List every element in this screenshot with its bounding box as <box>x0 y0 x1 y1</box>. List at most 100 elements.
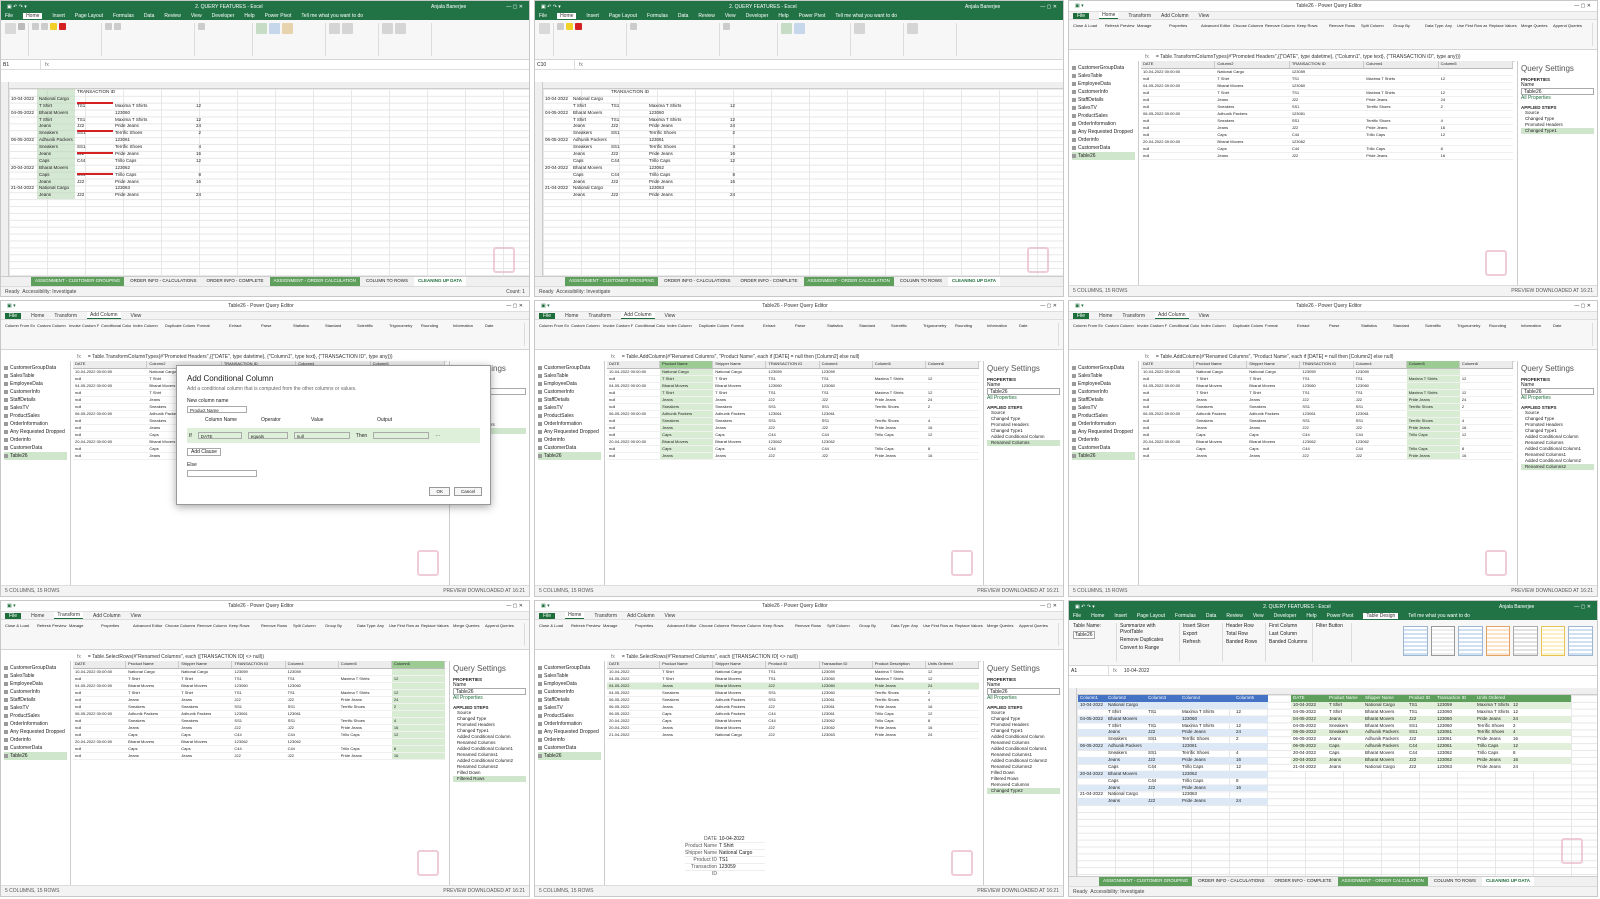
ribbon-button[interactable]: Date <box>485 323 515 328</box>
table-cell[interactable]: Caps <box>1327 743 1363 750</box>
grid-cell[interactable]: Caps <box>179 746 232 752</box>
grid-cell[interactable] <box>1364 69 1438 75</box>
cell[interactable] <box>611 165 649 172</box>
query-item[interactable]: Any Requested Dropped <box>1072 428 1135 436</box>
cell[interactable]: Maxima T Shirts <box>649 117 709 124</box>
cell[interactable]: Pride Jeans <box>649 123 709 130</box>
grid-cell[interactable]: Adhunik Packers <box>713 697 766 703</box>
cell[interactable]: Terrific Shoes <box>649 130 709 137</box>
all-properties-link[interactable]: All Properties <box>1521 95 1594 101</box>
query-name-input[interactable]: Table26 <box>987 388 1060 395</box>
ribbon-button[interactable]: Index Column <box>667 323 697 328</box>
cell[interactable]: T Shirt <box>39 103 77 110</box>
sheet-tab[interactable]: ASSIGNMENT - CUSTOMER GROUPING <box>31 277 125 286</box>
tab-file[interactable]: File <box>5 312 22 319</box>
cell[interactable]: National Cargo <box>573 96 611 103</box>
sheet-tab[interactable]: ASSIGNMENT - ORDER CALCULATION <box>1337 877 1428 886</box>
table-header-cell[interactable]: Product ID <box>1407 695 1435 702</box>
table-row[interactable]: Jeans J22 Pride Jeans 16 <box>1078 757 1268 764</box>
query-item[interactable]: StaffDetails <box>1072 96 1135 104</box>
conditional-formatting-icon[interactable] <box>256 23 267 34</box>
formula-content[interactable]: = Table.TransformColumnTypes(#"Promoted … <box>1153 54 1464 60</box>
column-header[interactable]: Column6 <box>391 661 445 668</box>
grid-cell[interactable]: T Shirt <box>1247 376 1300 382</box>
grid-cell[interactable]: 10-04-2022 <box>607 669 660 675</box>
table-style-swatch[interactable] <box>1458 626 1483 656</box>
grid-cell[interactable]: null <box>73 676 126 682</box>
cell[interactable]: 123060 <box>649 110 709 117</box>
refresh-button[interactable]: Refresh <box>1183 639 1201 645</box>
grid-cell[interactable]: Caps <box>1215 146 1289 152</box>
grid-cell[interactable]: 21-04-2022 <box>607 732 660 738</box>
cell[interactable]: 123062 <box>115 165 175 172</box>
quick-access[interactable]: ▣ ▾ <box>1075 3 1084 9</box>
cell[interactable]: TS1 <box>611 103 649 110</box>
tell-me-box[interactable]: Tell me what you want to do <box>835 13 897 19</box>
table-cell[interactable]: 24 <box>1234 798 1256 805</box>
tab-review[interactable]: Review <box>164 13 180 19</box>
grid-cell[interactable]: J22 <box>232 753 285 759</box>
output-input[interactable] <box>373 432 430 439</box>
quick-access[interactable]: ▣ ▾ <box>7 303 16 309</box>
grid-cell[interactable]: null <box>607 425 660 431</box>
grid-cell[interactable]: J22 <box>766 704 819 710</box>
grid-cell[interactable]: Sneakers <box>1215 104 1289 110</box>
fx-icon[interactable]: fx <box>607 354 619 360</box>
query-item[interactable]: CustomerGroupData <box>4 664 67 672</box>
query-item[interactable]: ProductSales <box>538 712 601 720</box>
grid-cell[interactable]: J22 <box>766 725 819 731</box>
grid-cell[interactable]: J22 <box>766 453 819 459</box>
grid-cell[interactable]: 12 <box>1460 376 1513 382</box>
table-cell[interactable]: 2 <box>1511 723 1531 730</box>
table-cell[interactable]: 04-05-2022 <box>1291 723 1327 730</box>
grid-cell[interactable]: 12 <box>1439 76 1513 82</box>
table-cell[interactable]: 20-04-2022 <box>1291 750 1327 757</box>
query-item[interactable]: OrderInformation <box>1072 420 1135 428</box>
tab-power-pivot[interactable]: Power Pivot <box>799 13 826 19</box>
column-header[interactable]: DATE <box>73 361 148 368</box>
table-header-cell[interactable]: Column3 <box>1146 695 1180 702</box>
grid-row[interactable]: 04-05-2022 00:00:00Bharat Movers123060 <box>1141 83 1513 90</box>
grid-cell[interactable]: Bharat Movers <box>713 718 766 724</box>
query-item[interactable]: StaffDetails <box>538 396 601 404</box>
query-item[interactable]: CustomerGroupData <box>1072 64 1135 72</box>
column-header[interactable]: Column5 <box>1406 361 1460 368</box>
grid-cell[interactable]: Jeans <box>1247 425 1300 431</box>
grid-cell[interactable] <box>873 369 926 375</box>
grid-cell[interactable]: Jeans <box>126 725 179 731</box>
grid-cell[interactable]: C44 <box>232 746 285 752</box>
query-item[interactable]: Table26 <box>1072 452 1135 460</box>
cell[interactable]: 24 <box>709 192 735 199</box>
column-header[interactable]: Product Description <box>873 661 926 668</box>
grid-cell[interactable]: 20-04-2022 00:00:00 <box>73 439 147 445</box>
table-cell[interactable]: Pride Jeans <box>1475 716 1511 723</box>
table-cell[interactable]: Jeans <box>1327 757 1363 764</box>
grid-cell[interactable]: SS1 <box>1290 104 1364 110</box>
window-controls[interactable]: — ▢ ✕ <box>506 303 523 309</box>
cell[interactable]: Maxima T Shirts <box>649 103 709 110</box>
column-header[interactable]: Shipper Name <box>179 661 233 668</box>
grid-cell[interactable]: C44 <box>1300 432 1353 438</box>
grid-cell[interactable]: Jeans <box>1194 425 1247 431</box>
tab-file[interactable]: File <box>1073 12 1090 19</box>
cell[interactable] <box>175 96 201 103</box>
tab-transform[interactable]: Transform <box>594 613 617 619</box>
table-cell[interactable]: Pride Jeans <box>1475 736 1511 743</box>
grid-cell[interactable]: Sneakers <box>126 704 179 710</box>
grid-cell[interactable] <box>1439 111 1513 117</box>
grid-cell[interactable]: TS1 <box>766 390 819 396</box>
table-cell[interactable]: Bharat Movers <box>1363 750 1407 757</box>
ribbon-button[interactable]: Information <box>453 323 483 328</box>
ribbon-button[interactable]: Refresh Preview <box>37 623 67 628</box>
bold-icon[interactable] <box>32 23 39 30</box>
ribbon-button[interactable]: Duplicate Column <box>699 323 729 328</box>
table-cell[interactable]: Pride Jeans <box>1180 785 1234 792</box>
formula-content[interactable]: = Table.AddColumn(#"Renamed Columns", "P… <box>1153 354 1397 360</box>
sheet-row[interactable]: Jeans J22 Pride Jeans 24 <box>545 192 745 199</box>
grid-cell[interactable]: SS1 <box>232 718 285 724</box>
grid-cell[interactable] <box>1364 139 1438 145</box>
cell[interactable] <box>573 89 611 96</box>
sheet-tab[interactable]: ORDER INFO - CALCULATIONS <box>126 277 200 286</box>
ribbon-button[interactable]: Standard <box>1393 323 1423 328</box>
quick-access[interactable]: ▣ ▾ <box>541 603 550 609</box>
